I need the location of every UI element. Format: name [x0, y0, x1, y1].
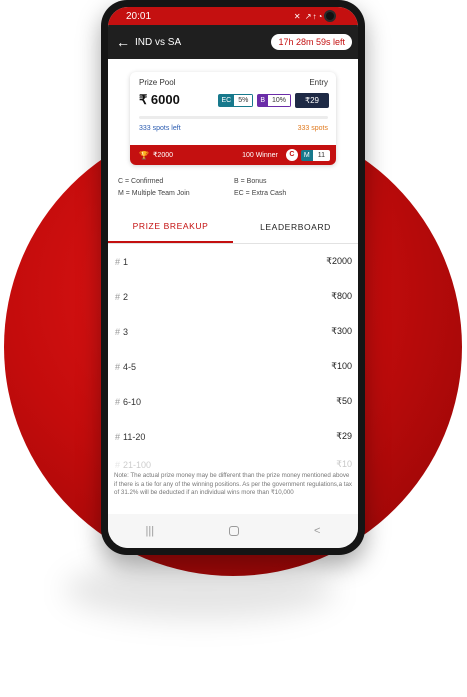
rank-cell: #4-5 — [115, 362, 136, 372]
status-time: 20:01 — [126, 10, 152, 22]
bonus-value: 10% — [267, 93, 291, 107]
rank-hash: # — [115, 396, 121, 407]
ec-value: 5% — [234, 93, 254, 107]
bonus-label: B — [257, 93, 268, 107]
status-bar: 20:01 ✕ ↗↑◔ ▮ — [108, 7, 358, 25]
prize-row: #21-100 ₹10 — [115, 454, 352, 470]
prize-breakup-list: #1 ₹2000 #2 ₹800 #3 ₹300 #4-5 ₹100 #6-10 ₹50 #11-2… — [108, 244, 358, 470]
prize-amount: ₹2000 — [326, 256, 352, 266]
camera-icon — [324, 10, 336, 22]
rank-label: 11-20 — [123, 431, 146, 442]
rank-hash: # — [115, 256, 121, 267]
legend-multiple: M = Multiple Team Join — [118, 190, 190, 197]
first-prize: ₹2000 — [152, 152, 173, 159]
phone-screen: 20:01 ✕ ↗↑◔ ▮ ← IND vs SA 17h 28m 59s le… — [108, 7, 358, 548]
prize-amount: ₹300 — [331, 326, 352, 336]
recents-button[interactable]: ||| — [145, 525, 154, 537]
prize-amount: ₹29 — [336, 431, 352, 441]
multi-team-chip: M 11 — [300, 149, 330, 161]
prize-amount: ₹50 — [336, 396, 352, 406]
bonus-chip: B 10% — [257, 93, 291, 107]
legend-confirmed: C = Confirmed — [118, 178, 164, 185]
rank-hash: # — [115, 361, 121, 372]
legend-extra-cash: EC = Extra Cash — [234, 190, 287, 197]
rank-cell: #3 — [115, 327, 128, 337]
prize-pool-label: Prize Pool — [139, 78, 176, 87]
rank-label: 2 — [123, 291, 129, 302]
prize-pool-amount: ₹ 6000 — [139, 92, 180, 107]
rank-cell: #6-10 — [115, 397, 141, 407]
spots-left: 333 spots left — [139, 125, 181, 132]
multi-value: 11 — [312, 149, 330, 161]
home-button[interactable] — [229, 526, 240, 536]
rank-hash: # — [115, 460, 121, 470]
ec-label: EC — [218, 93, 235, 107]
app-header: ← IND vs SA 17h 28m 59s left — [108, 25, 358, 59]
entry-label: Entry — [309, 78, 328, 87]
tax-note: Note: The actual prize money may be diff… — [108, 470, 358, 500]
tab-bar: PRIZE BREAKUP LEADERBOARD — [108, 211, 358, 244]
trophy-icon: 🏆 — [139, 150, 149, 160]
confirmed-badge: C — [285, 149, 298, 161]
rank-label: 3 — [123, 326, 129, 337]
rank-hash: # — [115, 291, 121, 302]
rank-label: 4-5 — [123, 361, 137, 372]
legend-bonus: B = Bonus — [234, 178, 267, 185]
prize-row: #2 ₹800 — [115, 279, 352, 314]
contest-card[interactable]: Prize Pool Entry ₹ 6000 EC 5% B 10% ₹29 … — [130, 72, 336, 165]
prize-row: #11-20 ₹29 — [115, 419, 352, 454]
prize-amount: ₹100 — [331, 361, 352, 371]
rank-hash: # — [115, 431, 121, 442]
legend: C = Confirmed B = Bonus M = Multiple Tea… — [108, 165, 358, 197]
match-title: IND vs SA — [135, 36, 182, 48]
total-spots: 333 spots — [297, 125, 328, 132]
phone-shadow — [65, 560, 335, 620]
rank-cell: #2 — [115, 292, 128, 302]
rank-label: 21-100 — [123, 460, 152, 470]
prize-amount: ₹10 — [336, 459, 352, 469]
contest-footer: 🏆 ₹2000 100 Winner C M 11 — [130, 145, 336, 165]
rank-cell: #21-100 — [115, 460, 151, 470]
prize-amount: ₹800 — [331, 291, 352, 301]
rank-label: 6-10 — [123, 396, 142, 407]
arrow-left-icon[interactable]: ← — [116, 35, 130, 49]
rank-cell: #1 — [115, 257, 128, 267]
rank-hash: # — [115, 326, 121, 337]
tab-prize-breakup[interactable]: PRIZE BREAKUP — [108, 211, 233, 243]
entry-fee-button[interactable]: ₹29 — [295, 92, 329, 108]
tab-leaderboard[interactable]: LEADERBOARD — [233, 211, 358, 243]
extra-cash-chip: EC 5% — [218, 93, 254, 107]
back-button[interactable]: < — [314, 525, 320, 537]
android-nav-bar: ||| < — [108, 514, 358, 548]
rank-cell: #11-20 — [115, 432, 145, 442]
prize-row: #1 ₹2000 — [115, 244, 352, 279]
winners-count: 100 Winner — [242, 151, 278, 159]
prize-row: #6-10 ₹50 — [115, 384, 352, 419]
time-left-badge: 17h 28m 59s left — [271, 34, 352, 50]
phone-frame: 20:01 ✕ ↗↑◔ ▮ ← IND vs SA 17h 28m 59s le… — [101, 0, 365, 555]
rank-label: 1 — [123, 256, 129, 267]
prize-row: #3 ₹300 — [115, 314, 352, 349]
multi-label: M — [300, 149, 313, 161]
prize-row: #4-5 ₹100 — [115, 349, 352, 384]
